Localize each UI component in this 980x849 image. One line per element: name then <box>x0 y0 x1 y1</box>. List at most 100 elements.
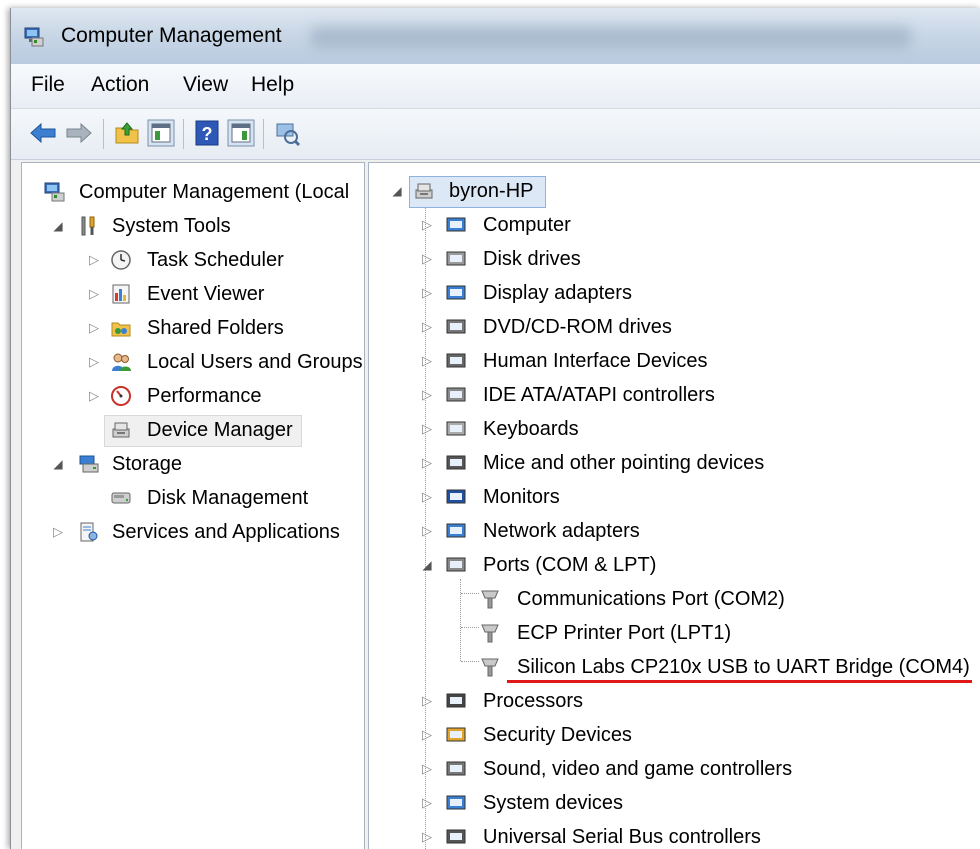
device-category-label: DVD/CD-ROM drives <box>483 316 672 338</box>
port-device-ecp-printer-port-lpt1[interactable]: ECP Printer Port (LPT1) <box>369 617 980 649</box>
device-category-label: Human Interface Devices <box>483 350 708 372</box>
tree-item-label: Event Viewer <box>147 283 265 305</box>
device-category-label: Processors <box>483 690 584 712</box>
expand-triangle-icon[interactable]: ▷ <box>421 379 433 411</box>
expand-triangle-icon[interactable]: ▷ <box>88 380 100 412</box>
expand-triangle-icon[interactable]: ▷ <box>421 413 433 445</box>
device-category-system-devices[interactable]: ▷ System devices <box>369 787 980 819</box>
tree-item-label: Task Scheduler <box>147 249 284 271</box>
tree-item-services-and-applications[interactable]: ▷ Services and Applications <box>22 516 362 548</box>
expand-triangle-icon[interactable]: ▷ <box>421 515 433 547</box>
device-category-ide-ata-atapi-controllers[interactable]: ▷ IDE ATA/ATAPI controllers <box>369 379 980 411</box>
menu-action[interactable]: Action <box>91 73 149 97</box>
tree-item-local-users-and-groups[interactable]: ▷ Local Users and Groups <box>22 346 363 378</box>
menu-view[interactable]: View <box>183 73 228 97</box>
device-category-disk-drives[interactable]: ▷ Disk drives <box>369 243 980 275</box>
expand-triangle-icon[interactable]: ▷ <box>421 345 433 377</box>
toolbar-separator <box>103 119 104 149</box>
expand-triangle-icon[interactable]: ▷ <box>52 516 64 548</box>
tree-item-storage[interactable]: ◢ Storage <box>22 448 362 480</box>
svg-text:?: ? <box>202 124 213 144</box>
computer-management-icon <box>24 27 44 47</box>
computer-management-window: Computer Management File Action View Hel… <box>10 8 980 849</box>
device-category-ports-com-lpt[interactable]: ◢ Ports (COM & LPT) <box>369 549 980 581</box>
device-category-label: System devices <box>483 792 624 814</box>
forward-icon[interactable] <box>65 119 93 147</box>
device-category-icon <box>446 353 466 368</box>
expand-triangle-icon[interactable]: ▷ <box>421 821 433 849</box>
device-category-icon <box>446 523 466 538</box>
computer-icon <box>415 183 433 199</box>
expand-triangle-icon[interactable]: ▷ <box>421 209 433 241</box>
device-category-monitors[interactable]: ▷ Monitors <box>369 481 980 513</box>
tree-item-computer-management[interactable]: Computer Management (Local <box>22 176 362 208</box>
menu-file[interactable]: File <box>31 73 65 97</box>
device-category-icon <box>446 217 466 232</box>
title-bar[interactable]: Computer Management <box>11 8 980 64</box>
collapse-triangle-icon[interactable]: ◢ <box>421 549 433 581</box>
device-category-sound-video-and-game-controllers[interactable]: ▷ Sound, video and game controllers <box>369 753 980 785</box>
device-category-icon <box>446 319 466 334</box>
show-hide-action-pane-icon[interactable] <box>227 119 255 147</box>
up-folder-icon[interactable] <box>113 119 141 147</box>
device-category-human-interface-devices[interactable]: ▷ Human Interface Devices <box>369 345 980 377</box>
menu-help[interactable]: Help <box>251 73 294 97</box>
device-category-security-devices[interactable]: ▷ Security Devices <box>369 719 980 751</box>
device-category-label: IDE ATA/ATAPI controllers <box>483 384 715 406</box>
expand-triangle-icon[interactable]: ▷ <box>88 312 100 344</box>
tree-item-task-scheduler[interactable]: ▷ Task Scheduler <box>22 244 362 276</box>
expand-triangle-icon[interactable]: ▷ <box>421 719 433 751</box>
expand-triangle-icon[interactable]: ▷ <box>421 447 433 479</box>
expand-triangle-icon[interactable]: ▷ <box>421 481 433 513</box>
tree-item-device-manager[interactable]: Device Manager <box>22 414 362 447</box>
toolbar-separator <box>183 119 184 149</box>
device-category-computer[interactable]: ▷ Computer <box>369 209 980 241</box>
collapse-triangle-icon[interactable]: ◢ <box>391 175 403 207</box>
collapse-triangle-icon[interactable]: ◢ <box>52 448 64 480</box>
back-icon[interactable] <box>29 119 57 147</box>
device-category-keyboards[interactable]: ▷ Keyboards <box>369 413 980 445</box>
device-category-label: Sound, video and game controllers <box>483 758 793 780</box>
device-category-processors[interactable]: ▷ Processors <box>369 685 980 717</box>
event-viewer-icon <box>112 284 130 304</box>
port-device-communications-port-com2[interactable]: Communications Port (COM2) <box>369 583 980 615</box>
device-category-icon <box>446 727 466 742</box>
device-category-label: Computer <box>483 214 571 236</box>
device-category-network-adapters[interactable]: ▷ Network adapters <box>369 515 980 547</box>
expand-triangle-icon[interactable]: ▷ <box>421 753 433 785</box>
port-device-silicon-labs-cp210x-usb-to-uart-bridge-com4[interactable]: Silicon Labs CP210x USB to UART Bridge (… <box>369 651 980 683</box>
port-device-label: ECP Printer Port (LPT1) <box>517 622 732 644</box>
tree-item-shared-folders[interactable]: ▷ Shared Folders <box>22 312 362 344</box>
device-tree-pane[interactable]: ◢ byron-HP ▷ Computer ▷ Disk drives ▷ Display… <box>368 162 980 849</box>
tree-item-performance[interactable]: ▷ Performance <box>22 380 362 412</box>
help-icon[interactable]: ? <box>193 119 221 147</box>
tree-item-disk-management[interactable]: Disk Management <box>22 482 362 514</box>
expand-triangle-icon[interactable]: ▷ <box>421 277 433 309</box>
device-category-display-adapters[interactable]: ▷ Display adapters <box>369 277 980 309</box>
port-connector-icon <box>481 624 499 643</box>
expand-triangle-icon[interactable]: ▷ <box>421 787 433 819</box>
tree-item-label: Services and Applications <box>112 521 340 543</box>
device-category-universal-serial-bus-controllers[interactable]: ▷ Universal Serial Bus controllers <box>369 821 980 849</box>
device-tree-root[interactable]: ◢ byron-HP <box>369 175 980 208</box>
device-category-dvd-cd-rom-drives[interactable]: ▷ DVD/CD-ROM drives <box>369 311 980 343</box>
properties-icon[interactable] <box>273 119 301 147</box>
expand-triangle-icon[interactable]: ▷ <box>88 346 100 378</box>
title-bar-blur <box>311 26 911 48</box>
device-category-icon <box>446 285 466 300</box>
collapse-triangle-icon[interactable]: ◢ <box>52 210 64 242</box>
expand-triangle-icon[interactable]: ▷ <box>88 278 100 310</box>
expand-triangle-icon[interactable]: ▷ <box>421 243 433 275</box>
port-connector-icon <box>481 590 499 609</box>
expand-triangle-icon[interactable]: ▷ <box>421 685 433 717</box>
tree-item-system-tools[interactable]: ◢ System Tools <box>22 210 362 242</box>
expand-triangle-icon[interactable]: ▷ <box>88 244 100 276</box>
users-icon <box>112 353 131 371</box>
expand-triangle-icon[interactable]: ▷ <box>421 311 433 343</box>
tree-item-label: Shared Folders <box>147 317 284 339</box>
tree-item-event-viewer[interactable]: ▷ Event Viewer <box>22 278 362 310</box>
show-hide-console-tree-icon[interactable] <box>147 119 175 147</box>
red-highlight-underline <box>507 680 972 683</box>
console-tree-pane[interactable]: Computer Management (Local ◢ System Tool… <box>21 162 365 849</box>
device-category-mice-and-other-pointing-devices[interactable]: ▷ Mice and other pointing devices <box>369 447 980 479</box>
